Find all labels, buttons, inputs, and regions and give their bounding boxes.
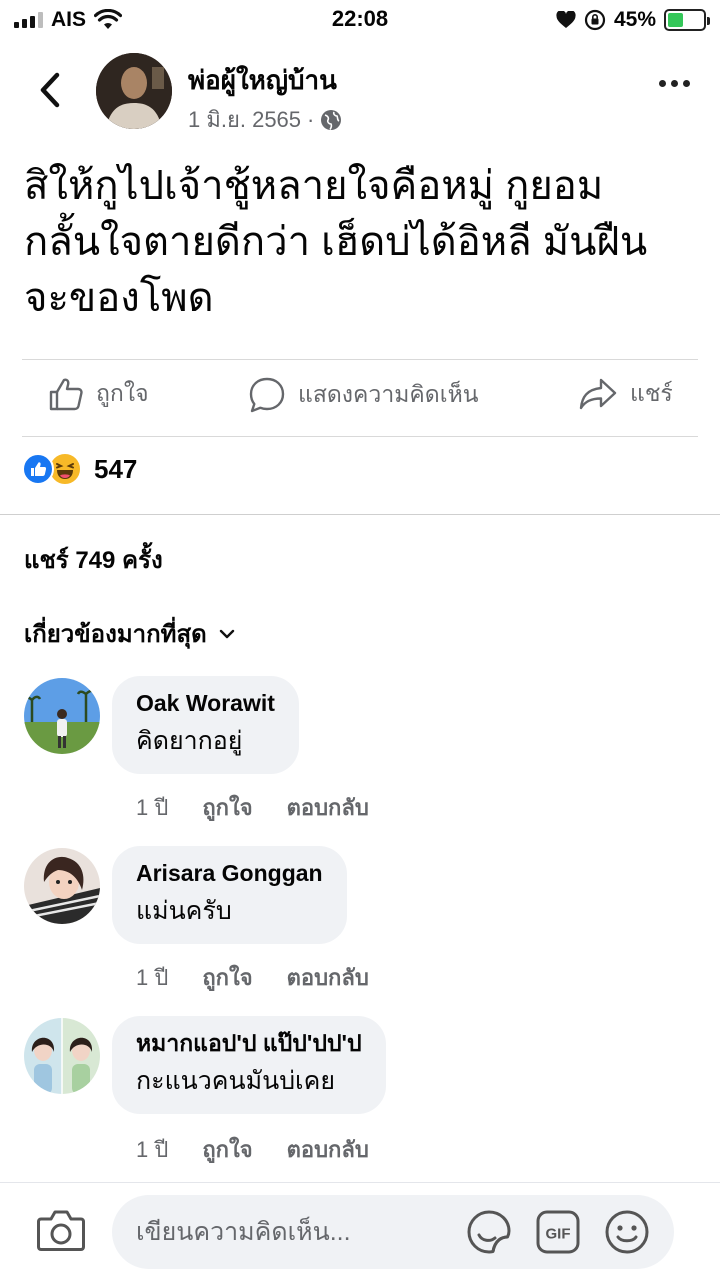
author-name[interactable]: พ่อผู้ใหญ่บ้าน — [188, 60, 337, 101]
emoji-icon — [605, 1210, 649, 1254]
chevron-down-icon — [219, 629, 234, 638]
reactions-summary[interactable]: 547 — [22, 452, 137, 486]
comment-time: 1 ปี — [136, 1137, 169, 1162]
comment-composer: GIF — [0, 1182, 720, 1280]
chevron-left-icon — [40, 72, 60, 108]
sticker-button[interactable] — [466, 1209, 512, 1255]
camera-icon — [37, 1210, 85, 1251]
comment-time: 1 ปี — [136, 795, 169, 820]
post-text-line: จะของโพด — [24, 276, 214, 320]
post-meta: 1 มิ.ย. 2565 · — [188, 102, 342, 137]
more-options-button[interactable] — [659, 80, 690, 87]
comment-author[interactable]: Arisara Gonggan — [136, 858, 323, 888]
comment-time: 1 ปี — [136, 965, 169, 990]
comment-text: กะแนวคนมันบ่เคย — [136, 1067, 335, 1095]
camera-button[interactable] — [36, 1207, 86, 1253]
comment-reply-button[interactable]: ตอบกลับ — [287, 1132, 369, 1167]
comment-like-button[interactable]: ถูกใจ — [202, 790, 252, 825]
comment-icon — [249, 377, 285, 413]
comment-bubble[interactable]: Oak Worawit คิดยากอยู่ — [112, 676, 299, 774]
comment-meta: 1 ปี ถูกใจ ตอบกลับ — [136, 960, 369, 995]
like-label: ถูกใจ — [96, 380, 149, 406]
sticker-icon — [467, 1210, 511, 1254]
globe-icon — [321, 109, 342, 130]
status-right: 45% — [556, 6, 710, 34]
commenter-avatar[interactable] — [24, 1018, 100, 1094]
comment-bubble[interactable]: Arisara Gonggan แม่นครับ — [112, 846, 347, 944]
battery-percent: 45% — [613, 8, 656, 31]
like-button[interactable]: ถูกใจ — [48, 376, 149, 412]
post-actions: ถูกใจ แสดงความคิดเห็น แชร์ — [0, 362, 720, 436]
sort-label: เกี่ยวข้องมากที่สุด — [24, 621, 207, 648]
share-label: แชร์ — [630, 380, 673, 406]
divider — [22, 359, 698, 360]
status-bar: AIS 22:08 45% — [0, 0, 720, 40]
section-divider — [0, 514, 720, 515]
share-icon — [579, 378, 617, 410]
commenter-avatar[interactable] — [24, 678, 100, 754]
reaction-count: 547 — [94, 453, 138, 484]
comment-reply-button[interactable]: ตอบกลับ — [287, 960, 369, 995]
post-text-line: สิให้กูไปเจ้าชู้หลายใจคือหมู่ กูยอม — [24, 164, 604, 208]
orientation-lock-icon — [584, 9, 606, 31]
share-count[interactable]: แชร์ 749 ครั้ง — [24, 540, 163, 579]
like-reaction-icon — [22, 453, 54, 485]
svg-text:GIF: GIF — [546, 1226, 571, 1243]
thumbs-up-icon — [49, 378, 83, 411]
comment-text: แม่นครับ — [136, 897, 232, 925]
post-text: สิให้กูไปเจ้าชู้หลายใจคือหมู่ กูยอม กลั้… — [24, 158, 704, 326]
gif-icon: GIF — [536, 1210, 580, 1254]
comment-meta: 1 ปี ถูกใจ ตอบกลับ — [136, 790, 369, 825]
comment-like-button[interactable]: ถูกใจ — [202, 960, 252, 995]
meta-separator: · — [307, 106, 315, 132]
comment-bubble[interactable]: หมากแอป'ป แป๊ป'ปป'ป กะแนวคนมันบ่เคย — [112, 1016, 386, 1114]
comment-meta: 1 ปี ถูกใจ ตอบกลับ — [136, 1132, 369, 1167]
post-date[interactable]: 1 มิ.ย. 2565 — [188, 102, 301, 137]
comment-text: คิดยากอยู่ — [136, 727, 243, 755]
post-text-line: กลั้นใจตายดีกว่า เฮ็ดบ่ได้อิหลี มันฝืน — [24, 220, 648, 264]
comment-author[interactable]: Oak Worawit — [136, 688, 275, 718]
share-button[interactable]: แชร์ — [578, 376, 673, 412]
battery-icon — [664, 9, 710, 31]
comment-button[interactable]: แสดงความคิดเห็น — [248, 376, 478, 414]
divider — [22, 436, 698, 437]
author-avatar[interactable] — [96, 53, 172, 129]
gif-button[interactable]: GIF — [535, 1209, 581, 1255]
commenter-avatar[interactable] — [24, 848, 100, 924]
comment-label: แสดงความคิดเห็น — [298, 381, 479, 407]
post-header: พ่อผู้ใหญ่บ้าน 1 มิ.ย. 2565 · — [0, 40, 720, 144]
comment-input[interactable] — [112, 1195, 674, 1269]
comment-like-button[interactable]: ถูกใจ — [202, 1132, 252, 1167]
emoji-button[interactable] — [604, 1209, 650, 1255]
comment-sort-dropdown[interactable]: เกี่ยวข้องมากที่สุด — [24, 614, 235, 653]
heart-icon — [556, 11, 576, 28]
comment-reply-button[interactable]: ตอบกลับ — [287, 790, 369, 825]
comment-author[interactable]: หมากแอป'ป แป๊ป'ปป'ป — [136, 1028, 362, 1058]
back-button[interactable] — [30, 68, 70, 112]
